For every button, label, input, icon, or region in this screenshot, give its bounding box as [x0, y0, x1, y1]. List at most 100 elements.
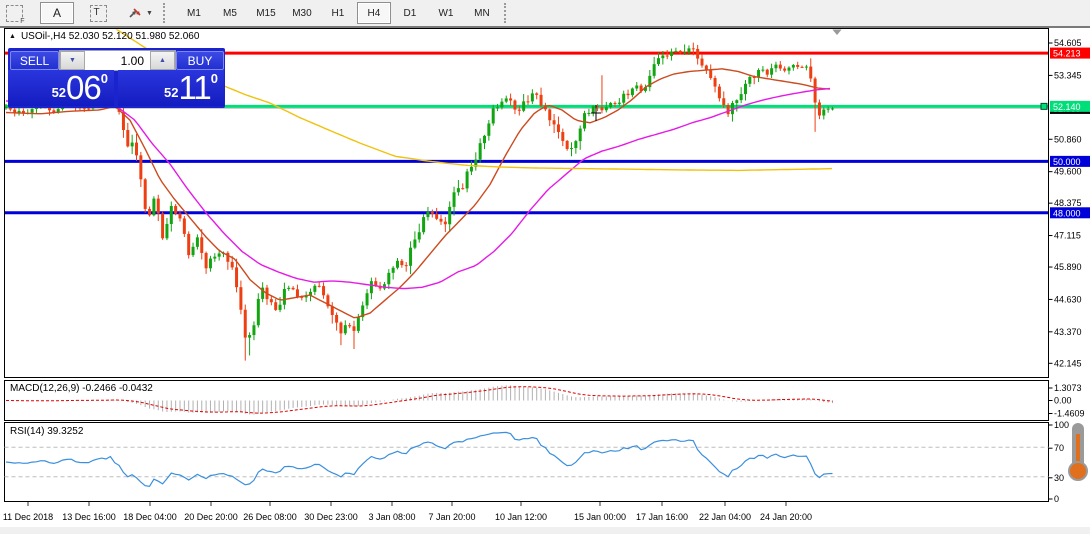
timeframe-button-h1[interactable]: H1	[321, 2, 355, 24]
one-click-trade-panel: SELL ▼ ▲ BUY 52060 52110	[8, 48, 225, 108]
time-tick-label: 17 Jan 16:00	[636, 512, 688, 522]
timeframe-button-m1[interactable]: M1	[177, 2, 211, 24]
sell-button[interactable]: SELL	[10, 51, 59, 70]
arrow-tool-button[interactable]: A	[40, 2, 74, 24]
time-tick-label: 26 Dec 08:00	[243, 512, 297, 522]
svg-text:48.000: 48.000	[1053, 208, 1081, 218]
candle-body	[196, 237, 199, 246]
candle-body	[718, 87, 721, 99]
candle-body	[174, 206, 177, 214]
candle-body	[313, 286, 316, 292]
buy-price-prefix: 52	[164, 85, 178, 100]
candle-body	[527, 101, 530, 102]
candle-body	[661, 56, 664, 59]
candle-body	[796, 65, 799, 67]
candle-body	[831, 108, 834, 109]
candle-body	[614, 103, 617, 104]
candle-body	[788, 68, 791, 71]
sell-price[interactable]: 52060	[8, 70, 114, 106]
candle-body	[131, 143, 134, 147]
candle-body	[200, 237, 203, 253]
candle-body	[400, 261, 403, 265]
price-tick-label: 54.605	[1054, 38, 1082, 48]
candle-body	[553, 120, 556, 124]
candle-body	[531, 93, 534, 101]
candle-body	[687, 48, 690, 52]
timeframe-button-m30[interactable]: M30	[285, 2, 319, 24]
time-tick-label: 13 Dec 16:00	[62, 512, 116, 522]
rsi-tick-label: 30	[1054, 473, 1064, 483]
candle-body	[448, 207, 451, 224]
volume-decrease-button[interactable]: ▼	[60, 51, 85, 70]
timeframe-button-m5[interactable]: M5	[213, 2, 247, 24]
candle-body	[631, 89, 634, 96]
time-tick-label: 3 Jan 08:00	[368, 512, 415, 522]
candle-body	[344, 325, 347, 333]
time-tick-label: 18 Dec 04:00	[123, 512, 177, 522]
toolbar: F A T ▼ M1M5M15M30H1H4D1W1MN	[0, 0, 1090, 28]
timeframe-button-mn[interactable]: MN	[465, 2, 499, 24]
one-click-collapse-icon[interactable]: ▲	[9, 33, 16, 40]
time-tick-label: 10 Jan 12:00	[495, 512, 547, 522]
candle-body	[518, 110, 521, 111]
volume-input[interactable]	[85, 51, 150, 70]
candle-body	[766, 70, 769, 75]
candle-body	[535, 93, 538, 94]
candle-body	[161, 213, 164, 238]
candle-body	[435, 214, 438, 219]
timeframe-button-h4[interactable]: H4	[357, 2, 391, 24]
rsi-tick-label: 0	[1054, 494, 1059, 504]
candle-body	[548, 109, 551, 120]
dashed-frame-icon: F	[6, 5, 23, 22]
candle-body	[418, 232, 421, 239]
buy-button[interactable]: BUY	[176, 51, 224, 70]
macd-tick-label: 1.3073	[1054, 383, 1082, 393]
candle-body	[135, 143, 138, 156]
price-tick-label: 50.860	[1054, 134, 1082, 144]
support-line-48-badge: 48.000	[1050, 207, 1090, 218]
timeframe-button-d1[interactable]: D1	[393, 2, 427, 24]
candle-body	[31, 109, 34, 113]
rsi-label: RSI(14) 39.3252	[10, 426, 84, 437]
line-drag-handle[interactable]	[1041, 103, 1047, 109]
candle-body	[600, 107, 603, 110]
candle-body	[618, 103, 621, 104]
candle-body	[770, 68, 773, 74]
candle-body	[139, 155, 142, 179]
candle-body	[252, 325, 255, 335]
price-tick-label: 47.115	[1054, 231, 1081, 241]
shapes-tool-button[interactable]: ▼	[122, 2, 158, 24]
candle-body	[287, 288, 290, 289]
candle-body	[679, 51, 682, 53]
candle-body	[87, 108, 90, 109]
candle-body	[670, 52, 673, 56]
candle-body	[461, 188, 464, 189]
candle-body	[709, 70, 712, 78]
candle-body	[405, 265, 408, 266]
candle-body	[483, 136, 486, 143]
candle-body	[422, 217, 425, 232]
candle-body	[744, 84, 747, 94]
candle-body	[570, 148, 573, 149]
candle-body	[500, 102, 503, 108]
timeframe-button-w1[interactable]: W1	[429, 2, 463, 24]
rsi-tick-label: 70	[1054, 443, 1064, 453]
candle-body	[357, 317, 360, 331]
candle-body	[574, 141, 577, 148]
time-tick-label: 7 Jan 20:00	[428, 512, 475, 522]
text-tool-button[interactable]: T	[81, 2, 115, 24]
buy-price[interactable]: 52110	[118, 70, 224, 106]
macd-label: MACD(12,26,9) -0.2466 -0.0432	[10, 383, 153, 394]
candle-body	[757, 70, 760, 77]
candle-body	[509, 98, 512, 100]
candle-body	[779, 65, 782, 69]
bottom-strip	[0, 527, 1090, 534]
macd-tick-label: 0.00	[1054, 396, 1072, 406]
price-tick-label: 53.345	[1054, 70, 1082, 80]
frame-tool-button[interactable]: F	[0, 2, 31, 24]
volume-increase-button[interactable]: ▲	[150, 51, 175, 70]
candle-body	[152, 199, 155, 216]
candle-body	[453, 192, 456, 207]
candle-body	[440, 219, 443, 222]
timeframe-button-m15[interactable]: M15	[249, 2, 283, 24]
